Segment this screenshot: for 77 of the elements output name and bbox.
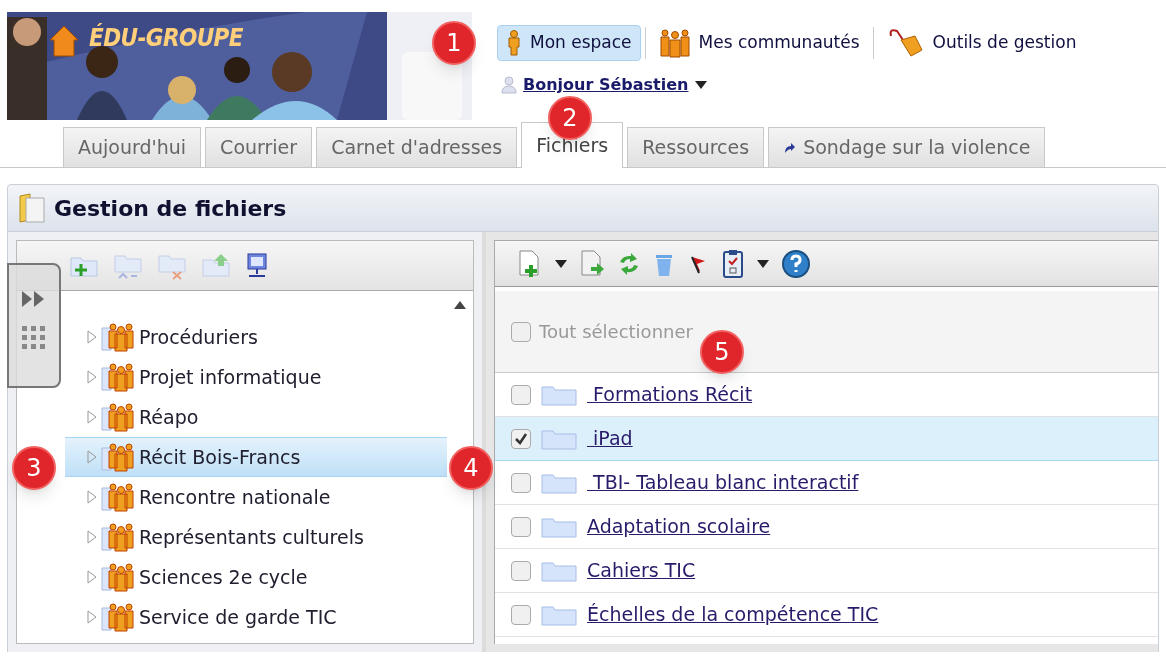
expand-arrow-icon[interactable] [87,570,97,584]
tree-item[interactable]: Projet informatique [65,357,447,397]
group-folder-icon [101,562,135,592]
tree-item[interactable]: Service de garde TIC [65,597,447,637]
group-folder-icon [101,522,135,552]
folder-icon [541,383,577,406]
folder-icon [18,192,46,224]
group-folder-icon [101,482,135,512]
greeting-link[interactable]: Bonjour Sébastien [523,73,689,97]
tree-item[interactable]: Représentants culturels [65,517,447,557]
dropdown-icon[interactable] [555,259,567,268]
folder-icon [541,603,577,626]
computer-icon[interactable] [245,251,269,280]
checkbox[interactable] [511,560,531,581]
folder-link[interactable]: TBI- Tableau blanc interactif [587,468,859,497]
person-icon [506,30,522,56]
upload-folder-icon[interactable] [201,251,233,280]
nav-button[interactable]: Outils de gestion [877,25,1086,61]
folder-icon [541,515,577,538]
tree-item[interactable]: Récit Bois-Francs [65,437,447,477]
nav-button[interactable]: Mon espace [497,25,641,61]
file-row[interactable]: Cahiers TIC [495,549,1158,593]
checkbox[interactable] [511,428,531,449]
expand-arrow-icon[interactable] [87,410,97,424]
group-icon [658,28,691,58]
checkbox[interactable] [511,604,531,625]
expand-arrow-icon[interactable] [87,370,97,384]
folder-icon [541,559,577,582]
tree-item[interactable]: Procéduriers [65,317,447,357]
tab[interactable]: Aujourd'hui [63,127,202,167]
checkbox[interactable] [511,384,531,405]
clipboard-icon[interactable] [721,248,745,279]
side-panel-tab[interactable] [7,263,61,388]
group-folder-icon [101,322,135,352]
copy-file-icon[interactable] [579,248,605,279]
group-folder-icon [101,402,135,432]
tab[interactable]: Carnet d'adresses [316,127,518,167]
checkbox[interactable] [511,472,531,493]
help-icon[interactable] [781,248,811,279]
expand-arrow-icon[interactable] [87,490,97,504]
file-row[interactable]: Échelles de la compétence TIC [495,593,1158,637]
expand-arrow-icon[interactable] [87,330,97,344]
shortcut-arrow-icon [783,141,796,154]
logo-text: ÉDU-GROUPE [89,22,243,54]
scroll-up-icon[interactable] [454,301,466,309]
tab[interactable]: Ressources [627,127,765,167]
folder-icon [541,427,577,450]
grip-icon[interactable] [21,325,47,351]
tree-item[interactable]: Réapo [65,397,447,437]
folder-link[interactable]: iPad [587,424,633,453]
file-row[interactable]: iPad [495,417,1158,461]
file-row[interactable]: TBI- Tableau blanc interactif [495,461,1158,505]
house-icon [49,24,79,60]
caret-icon[interactable] [694,80,709,90]
nav-button[interactable]: Mes communautés [649,25,869,61]
expand-arrow-icon[interactable] [87,530,97,544]
tab[interactable]: Courrier [205,127,313,167]
file-row[interactable]: Adaptation scolaire [495,505,1158,549]
group-folder-icon [101,602,135,632]
dropdown-icon[interactable] [757,259,769,268]
folder-link[interactable]: Cahiers TIC [587,556,696,585]
user-icon [501,76,517,94]
expand-arrow-icon[interactable] [87,610,97,624]
tree-item[interactable]: Sciences 2e cycle [65,557,447,597]
panel-title: Gestion de fichiers [54,194,287,223]
folder-link[interactable]: Adaptation scolaire [587,512,771,541]
folder-link[interactable]: Échelles de la compétence TIC [587,600,879,629]
tree-item[interactable]: Rencontre nationale [65,477,447,517]
folder-link[interactable]: Formations Récit [587,380,753,409]
tab[interactable]: Sondage sur la violence [768,127,1046,167]
group-folder-icon [101,362,135,392]
group-folder-icon [101,442,135,472]
expand-arrow-icon[interactable] [87,450,97,464]
checkbox[interactable] [511,516,531,537]
folder-icon [541,471,577,494]
checkbox[interactable] [511,321,531,342]
refresh-icon[interactable] [617,251,641,276]
